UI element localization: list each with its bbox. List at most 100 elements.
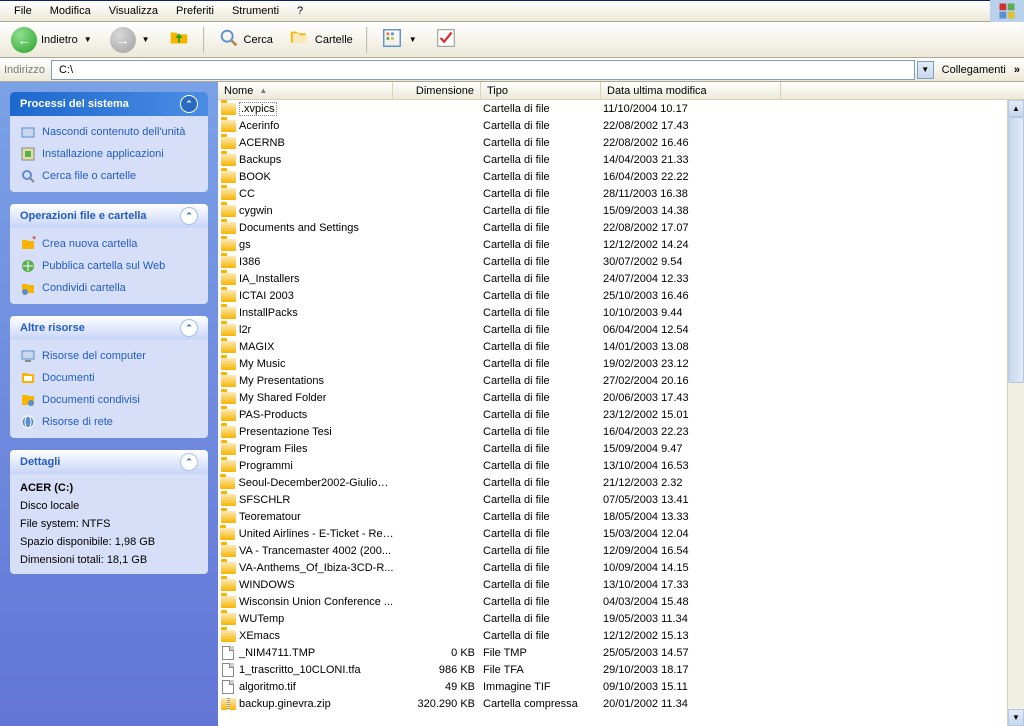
list-item[interactable]: VA-Anthems_Of_Ibiza-3CD-R...Cartella di … (218, 559, 1024, 576)
file-type: Cartella di file (483, 137, 603, 149)
list-item[interactable]: XEmacsCartella di file12/12/2002 15.13 (218, 627, 1024, 644)
list-item[interactable]: MAGIXCartella di file14/01/2003 13.08 (218, 338, 1024, 355)
list-item[interactable]: VA - Trancemaster 4002 (200...Cartella d… (218, 542, 1024, 559)
list-item[interactable]: _NIM4711.TMP0 KBFile TMP25/05/2003 14.57 (218, 644, 1024, 661)
file-date: 10/09/2004 14.15 (603, 562, 783, 574)
list-item[interactable]: .xvpicsCartella di file11/10/2004 10.17 (218, 100, 1024, 117)
list-item[interactable]: l2rCartella di file06/04/2004 12.54 (218, 321, 1024, 338)
list-item[interactable]: I386Cartella di file30/07/2002 9.54 (218, 253, 1024, 270)
menu-visualizza[interactable]: Visualizza (101, 3, 166, 19)
list-item[interactable]: My Shared FolderCartella di file20/06/20… (218, 389, 1024, 406)
list-item[interactable]: algoritmo.tif49 KBImmagine TIF09/10/2003… (218, 678, 1024, 695)
task-link[interactable]: Documenti (20, 370, 198, 386)
list-item[interactable]: TeorematourCartella di file18/05/2004 13… (218, 508, 1024, 525)
list-item[interactable]: SFSCHLRCartella di file07/05/2003 13.41 (218, 491, 1024, 508)
panel-header[interactable]: Altre risorse⌃ (10, 316, 208, 340)
list-item[interactable]: ProgrammiCartella di file13/10/2004 16.5… (218, 457, 1024, 474)
file-type: Cartella di file (483, 409, 603, 421)
back-button[interactable]: ← Indietro ▼ (4, 25, 101, 55)
scrollbar[interactable]: ▲ ▼ (1007, 100, 1024, 726)
sidebar-panel: Processi del sistema⌃ Nascondi contenuto … (10, 92, 208, 192)
scroll-up-button[interactable]: ▲ (1008, 100, 1024, 117)
list-item[interactable]: My PresentationsCartella di file27/02/20… (218, 372, 1024, 389)
list-item[interactable]: backup.ginevra.zip320.290 KBCartella com… (218, 695, 1024, 712)
views-button[interactable]: ▼ (374, 25, 426, 55)
list-item[interactable]: PAS-ProductsCartella di file23/12/2002 1… (218, 406, 1024, 423)
menu-?[interactable]: ? (289, 3, 311, 19)
menu-file[interactable]: File (6, 3, 40, 19)
panel-header[interactable]: Operazioni file e cartella⌃ (10, 204, 208, 228)
folder-icon (220, 390, 236, 406)
menu-modifica[interactable]: Modifica (42, 3, 99, 19)
list-item[interactable]: Program FilesCartella di file15/09/2004 … (218, 440, 1024, 457)
links-label[interactable]: Collegamenti (934, 64, 1014, 76)
task-link[interactable]: Installazione applicazioni (20, 146, 198, 162)
sidebar-panel: Altre risorse⌃ Risorse del computer Docume… (10, 316, 208, 438)
collapse-icon[interactable]: ⌃ (180, 95, 198, 113)
column-header-nome[interactable]: Nome▲ (218, 82, 393, 99)
dropdown-icon[interactable]: ▼ (82, 35, 94, 44)
folders-button[interactable]: Cartelle (282, 25, 360, 55)
panel-header[interactable]: Processi del sistema⌃ (10, 92, 208, 116)
task-link[interactable]: Cerca file o cartelle (20, 168, 198, 184)
list-item[interactable]: cygwinCartella di file15/09/2003 14.38 (218, 202, 1024, 219)
scroll-track[interactable] (1008, 117, 1024, 709)
scroll-thumb[interactable] (1008, 117, 1024, 383)
list-item[interactable]: IA_InstallersCartella di file24/07/2004 … (218, 270, 1024, 287)
list-item[interactable]: AcerinfoCartella di file22/08/2002 17.43 (218, 117, 1024, 134)
task-link[interactable]: *Crea nuova cartella (20, 236, 198, 252)
sort-icon: ▲ (259, 86, 267, 95)
file-type: Cartella di file (483, 545, 603, 557)
up-button[interactable] (161, 25, 197, 55)
chevron-icon[interactable]: » (1014, 64, 1020, 76)
list-item[interactable]: United Airlines - E-Ticket - Rec...Carte… (218, 525, 1024, 542)
check-button[interactable] (428, 25, 464, 55)
list-item[interactable]: Presentazione TesiCartella di file16/04/… (218, 423, 1024, 440)
list-item[interactable]: ICTAI 2003Cartella di file25/10/2003 16.… (218, 287, 1024, 304)
task-link[interactable]: Risorse di rete (20, 414, 198, 430)
file-date: 06/04/2004 12.54 (603, 324, 783, 336)
collapse-icon[interactable]: ⌃ (180, 319, 198, 337)
list-item[interactable]: WINDOWSCartella di file13/10/2004 17.33 (218, 576, 1024, 593)
file-type: Cartella di file (483, 528, 603, 540)
file-type: Cartella di file (483, 392, 603, 404)
list-item[interactable]: BOOKCartella di file16/04/2003 22.22 (218, 168, 1024, 185)
list-item[interactable]: gsCartella di file12/12/2002 14.24 (218, 236, 1024, 253)
back-label: Indietro (41, 34, 78, 46)
task-link[interactable]: Risorse del computer (20, 348, 198, 364)
collapse-icon[interactable]: ⌃ (180, 207, 198, 225)
scroll-down-button[interactable]: ▼ (1008, 709, 1024, 726)
menu-preferiti[interactable]: Preferiti (168, 3, 222, 19)
file-list[interactable]: .xvpicsCartella di file11/10/2004 10.17A… (218, 100, 1024, 726)
task-link[interactable]: Pubblica cartella sul Web (20, 258, 198, 274)
dropdown-icon[interactable]: ▼ (407, 35, 419, 44)
windows-logo-icon (990, 0, 1024, 22)
file-type: Cartella di file (483, 511, 603, 523)
list-item[interactable]: My MusicCartella di file19/02/2003 23.12 (218, 355, 1024, 372)
search-button[interactable]: Cerca (211, 25, 280, 55)
list-item[interactable]: ACERNBCartella di file22/08/2002 16.46 (218, 134, 1024, 151)
column-header-data ultima modifica[interactable]: Data ultima modifica (601, 82, 781, 99)
task-link[interactable]: Documenti condivisi (20, 392, 198, 408)
collapse-icon[interactable]: ⌃ (180, 453, 198, 471)
file-type: Cartella di file (483, 205, 603, 217)
list-item[interactable]: Seoul-December2002-GiulioPa...Cartella d… (218, 474, 1024, 491)
dropdown-icon[interactable]: ▼ (140, 35, 152, 44)
list-item[interactable]: 1_trascritto_10CLONI.tfa986 KBFile TFA29… (218, 661, 1024, 678)
task-link[interactable]: Nascondi contenuto dell'unità (20, 124, 198, 140)
file-date: 20/01/2002 11.34 (603, 698, 783, 710)
list-item[interactable]: Wisconsin Union Conference ...Cartella d… (218, 593, 1024, 610)
address-dropdown[interactable]: ▼ (917, 61, 934, 79)
panel-header[interactable]: Dettagli⌃ (10, 450, 208, 474)
address-field[interactable]: C:\ (51, 60, 915, 80)
list-item[interactable]: CCCartella di file28/11/2003 16.38 (218, 185, 1024, 202)
list-item[interactable]: BackupsCartella di file14/04/2003 21.33 (218, 151, 1024, 168)
column-header-tipo[interactable]: Tipo (481, 82, 601, 99)
column-header-dimensione[interactable]: Dimensione (393, 82, 481, 99)
list-item[interactable]: WUTempCartella di file19/05/2003 11.34 (218, 610, 1024, 627)
task-link[interactable]: Condividi cartella (20, 280, 198, 296)
forward-button[interactable]: → ▼ (103, 25, 159, 55)
list-item[interactable]: InstallPacksCartella di file10/10/2003 9… (218, 304, 1024, 321)
list-item[interactable]: Documents and SettingsCartella di file22… (218, 219, 1024, 236)
menu-strumenti[interactable]: Strumenti (224, 3, 287, 19)
